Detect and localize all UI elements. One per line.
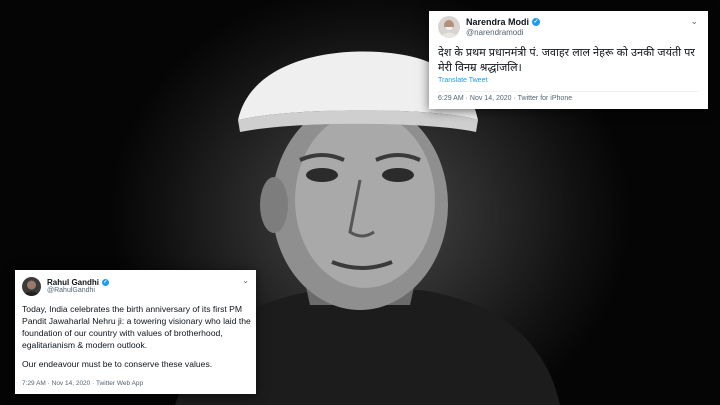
handle[interactable]: @RahulGandhi — [47, 287, 109, 295]
tweet-text: देश के प्रथम प्रधानमंत्री पं. जवाहर लाल … — [438, 47, 695, 74]
avatar[interactable] — [438, 16, 460, 38]
tweet-timestamp[interactable]: 7:29 AM · Nov 14, 2020 · Twitter Web App — [22, 380, 143, 387]
chevron-down-icon[interactable]: ⌄ — [242, 276, 249, 285]
avatar-image-icon — [22, 277, 41, 296]
display-name[interactable]: Narendra Modi ✓ — [466, 17, 541, 27]
tweet-header: Narendra Modi ✓ @narendramodi — [438, 16, 541, 38]
display-name[interactable]: Rahul Gandhi ✓ — [47, 278, 109, 287]
display-name-text[interactable]: Rahul Gandhi — [47, 278, 99, 287]
tweet-header: Rahul Gandhi ✓ @RahulGandhi — [22, 277, 109, 296]
chevron-down-icon[interactable]: ⌄ — [690, 16, 698, 27]
translate-tweet-link[interactable]: Translate Tweet — [438, 77, 487, 84]
handle[interactable]: @narendramodi — [466, 28, 540, 37]
tweet-timestamp[interactable]: 6:29 AM · Nov 14, 2020 · Twitter for iPh… — [438, 95, 572, 102]
tweet-paragraph: Our endeavour must be to conserve these … — [22, 359, 213, 369]
tweet-paragraph: Today, India celebrates the birth annive… — [22, 304, 251, 350]
display-name-text[interactable]: Narendra Modi — [466, 17, 529, 27]
tweet-card-narendra-modi[interactable]: Narendra Modi ✓ @narendramodi ⌄ देश के प… — [429, 11, 708, 109]
verified-badge-icon: ✓ — [532, 18, 541, 27]
divider — [438, 91, 699, 92]
tweet-card-rahul-gandhi[interactable]: Rahul Gandhi ✓ @RahulGandhi ⌄ Today, Ind… — [15, 270, 256, 394]
avatar-image-icon — [438, 16, 460, 38]
tweet-text: Today, India celebrates the birth annive… — [22, 303, 254, 377]
verified-badge-icon: ✓ — [102, 278, 109, 286]
avatar[interactable] — [22, 277, 41, 296]
